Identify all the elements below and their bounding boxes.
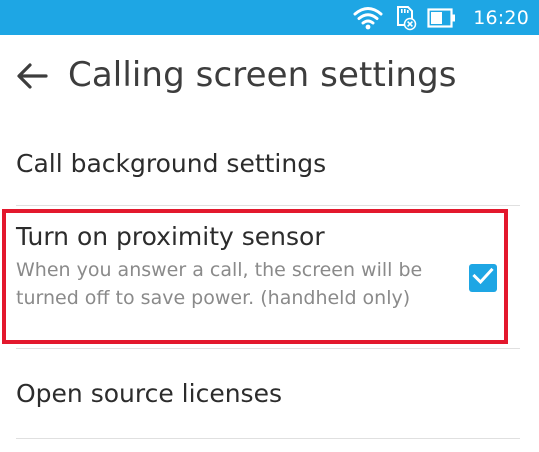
arrow-back-icon <box>16 62 48 94</box>
setting-open-source-licenses[interactable]: Open source licenses <box>0 352 539 438</box>
setting-proximity-sensor[interactable]: Turn on proximity sensor When you answer… <box>0 210 539 347</box>
status-icons: 16:20 <box>353 0 529 35</box>
page-title: Calling screen settings <box>68 55 457 95</box>
setting-call-background[interactable]: Call background settings <box>0 139 539 205</box>
divider <box>16 438 520 439</box>
setting-title: Call background settings <box>16 149 327 178</box>
screen: 16:20 Calling screen settings Call backg… <box>0 0 539 452</box>
divider <box>16 205 520 206</box>
proximity-sensor-checkbox[interactable] <box>469 264 497 292</box>
status-time: 16:20 <box>473 6 529 29</box>
wifi-icon <box>353 6 383 30</box>
back-button[interactable] <box>14 60 50 96</box>
setting-summary: When you answer a call, the screen will … <box>16 259 423 309</box>
battery-icon <box>427 7 457 29</box>
divider <box>16 348 520 349</box>
app-bar: Calling screen settings <box>0 35 539 121</box>
status-bar: 16:20 <box>0 0 539 35</box>
setting-title: Open source licenses <box>16 379 282 408</box>
sd-card-icon <box>393 5 417 31</box>
checkmark-icon <box>472 267 494 289</box>
setting-title: Turn on proximity sensor <box>16 222 325 251</box>
